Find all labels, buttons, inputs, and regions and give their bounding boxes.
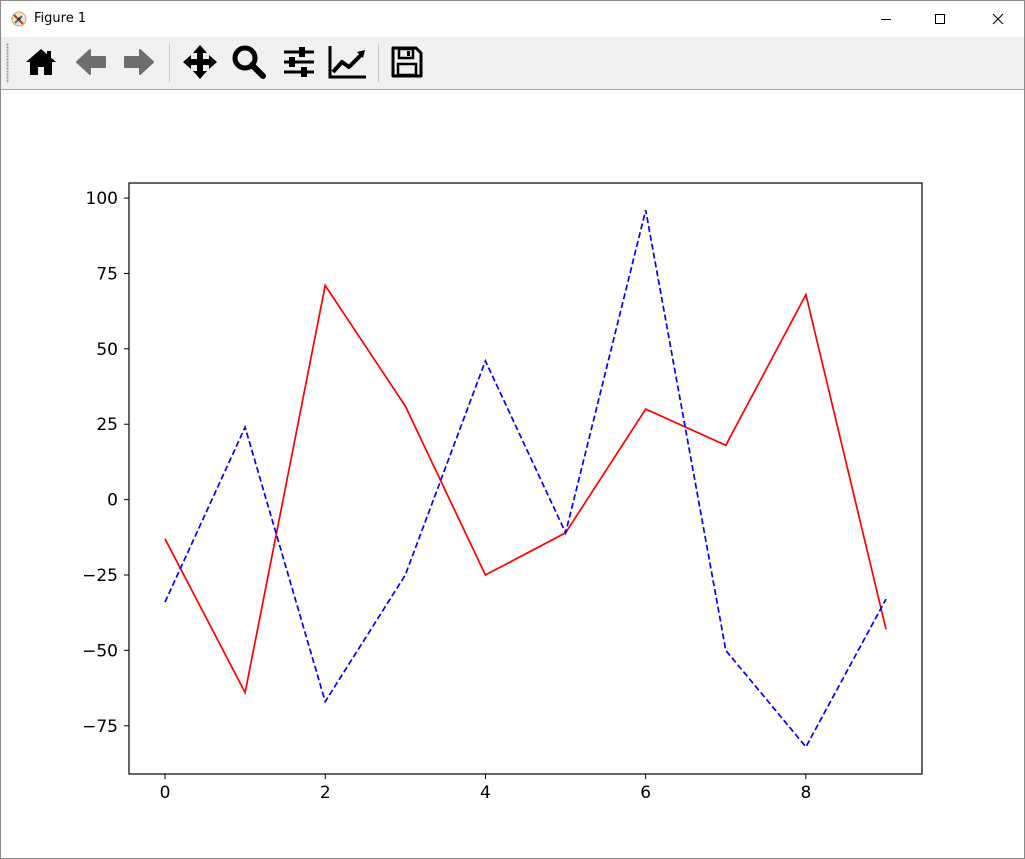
forward-button[interactable] [120, 45, 158, 83]
edit-axis-button[interactable] [328, 44, 368, 85]
close-icon [992, 13, 1004, 25]
y-tick-label: 25 [96, 415, 118, 435]
minimize-icon [880, 13, 892, 25]
navigation-toolbar [1, 37, 1024, 90]
toolbar-grip[interactable] [6, 43, 9, 83]
x-tick-label: 0 [160, 783, 171, 803]
home-button[interactable] [22, 45, 60, 83]
y-tick-label: −75 [82, 717, 118, 737]
maximize-button[interactable] [917, 1, 963, 37]
pan-button[interactable] [181, 44, 219, 85]
x-tick-label: 6 [640, 783, 651, 803]
figure-canvas[interactable]: 0 2 4 6 8 100 75 50 25 0 −25 −50 −75 [1, 90, 1024, 858]
y-tick-label: −50 [82, 641, 118, 661]
save-button[interactable] [388, 45, 426, 83]
x-tick-label: 4 [480, 783, 491, 803]
arrow-left-icon [74, 47, 108, 82]
sliders-icon [281, 44, 317, 85]
figure-window: Figure 1 0 2 4 6 8 100 75 50 25 0 −25 −5… [0, 0, 1025, 859]
floppy-disk-icon [390, 45, 424, 84]
y-tick-label: 50 [96, 340, 118, 360]
zoom-button[interactable] [230, 45, 268, 83]
y-tick-label: 100 [86, 189, 118, 209]
x-tick-label: 8 [800, 783, 811, 803]
red-solid-series-line [164, 283, 887, 696]
close-button[interactable] [975, 1, 1021, 37]
configure-subplots-button[interactable] [280, 45, 318, 83]
title-bar[interactable]: Figure 1 [1, 1, 1024, 37]
y-tick-label: 75 [96, 264, 118, 284]
matplotlib-app-icon [10, 10, 28, 28]
arrow-right-icon [122, 47, 156, 82]
move-arrows-icon [182, 44, 218, 85]
line-chart-icon [328, 44, 368, 85]
x-tick-label: 2 [320, 783, 331, 803]
home-icon [24, 47, 58, 82]
axes-frame [128, 182, 923, 775]
toolbar-separator [169, 44, 170, 82]
toolbar-separator [378, 44, 379, 82]
y-tick-label: −25 [82, 566, 118, 586]
maximize-icon [934, 13, 946, 25]
y-tick-label: 0 [107, 491, 118, 511]
minimize-button[interactable] [863, 1, 909, 37]
window-title: Figure 1 [34, 11, 87, 26]
line-chart: 0 2 4 6 8 100 75 50 25 0 −25 −50 −75 [82, 182, 923, 803]
blue-dashed-series-line [164, 209, 887, 749]
magnifier-icon [231, 44, 267, 85]
back-button[interactable] [72, 45, 110, 83]
